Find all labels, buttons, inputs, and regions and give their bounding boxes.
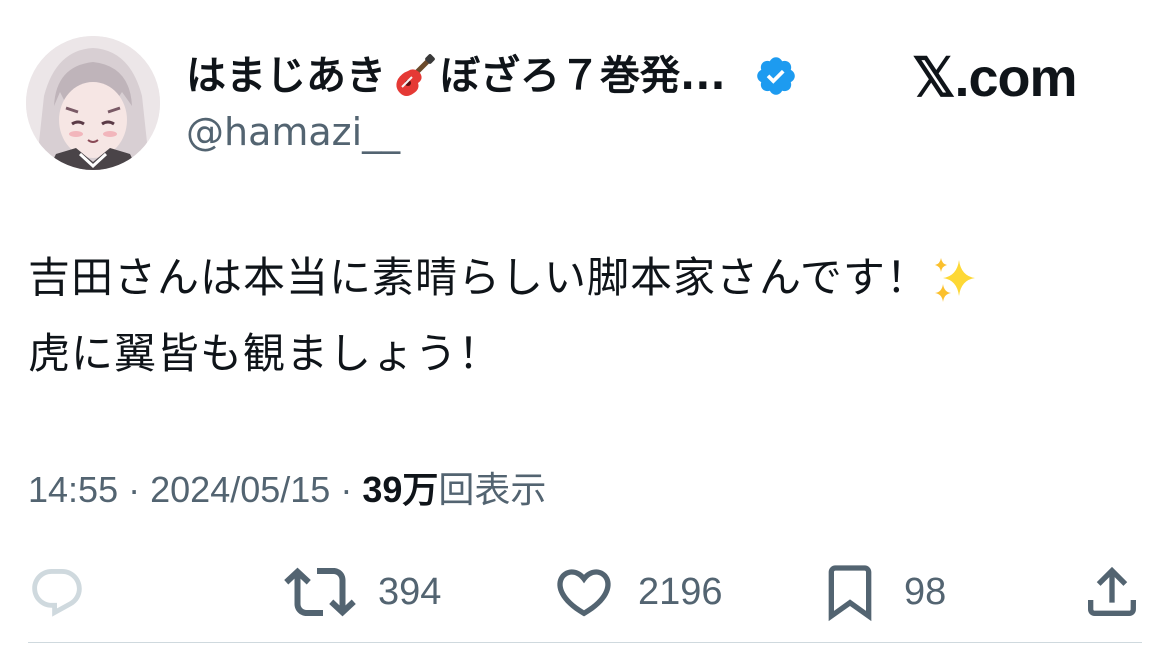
tweet-line-2: 虎に翼皆も観ましょう！ xyxy=(28,329,502,378)
meta-separator-2: · xyxy=(340,469,353,510)
bookmark-count: 98 xyxy=(904,570,947,613)
display-name-prefix: はまじあき xyxy=(186,53,386,99)
share-button[interactable] xyxy=(1080,556,1144,628)
bookmark-icon xyxy=(828,565,872,622)
bottom-divider xyxy=(28,642,1142,643)
views-label: 回表示 xyxy=(438,469,547,510)
display-name[interactable]: はまじあき ぼざろ７巻発... xyxy=(186,46,726,106)
x-com-logo: 𝕏.com xyxy=(912,48,1078,108)
tweet-time[interactable]: 14:55 xyxy=(28,469,118,510)
like-count: 2196 xyxy=(638,570,723,613)
views-count: 39万 xyxy=(362,469,439,510)
share-icon xyxy=(1088,566,1136,616)
reply-icon xyxy=(32,569,82,617)
tweet-text: 吉田さんは本当に素晴らしい脚本家さんです！ 虎に翼皆も観ましょう！ xyxy=(28,240,1138,392)
meta-separator-1: · xyxy=(128,469,141,510)
heart-icon xyxy=(557,569,611,617)
tweet-meta: 14:55 · 2024/05/15 · 39万回表示 xyxy=(28,462,546,518)
user-handle[interactable]: @hamazi__ xyxy=(186,106,400,158)
anime-girl-avatar-icon xyxy=(26,36,160,170)
like-button[interactable]: 2196 xyxy=(552,556,723,628)
guitar-emoji-icon xyxy=(390,53,436,99)
retweet-icon xyxy=(284,567,356,617)
tweet-action-bar: 394 2196 98 xyxy=(0,556,1170,628)
bookmark-button[interactable]: 98 xyxy=(818,556,946,628)
reply-button[interactable] xyxy=(28,556,108,628)
user-avatar[interactable] xyxy=(26,36,160,170)
tweet-line-1: 吉田さんは本当に素晴らしい脚本家さんです！ xyxy=(28,253,929,302)
retweet-button[interactable]: 394 xyxy=(284,556,441,628)
display-name-suffix: ぼざろ７巻発... xyxy=(440,53,726,99)
tweet-date[interactable]: 2024/05/15 xyxy=(150,469,330,510)
retweet-count: 394 xyxy=(378,570,442,613)
verified-badge-icon[interactable] xyxy=(754,54,798,98)
sparkles-emoji-icon xyxy=(929,254,983,308)
